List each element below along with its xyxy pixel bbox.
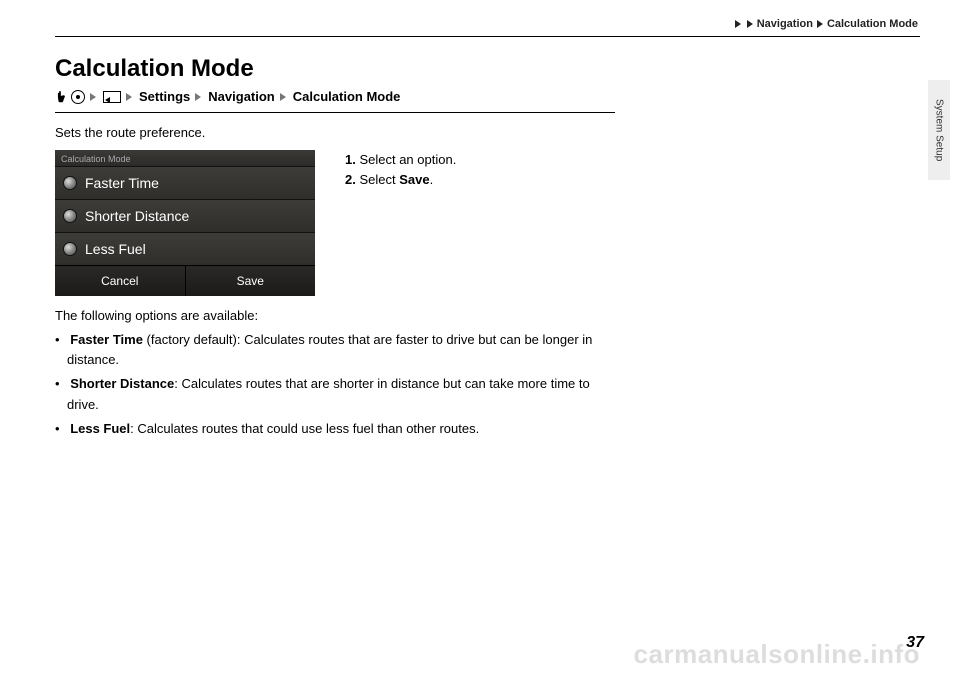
nav-path-item: Navigation <box>208 89 274 104</box>
screenshot-footer: Cancel Save <box>55 265 315 296</box>
arrow-right-icon <box>126 93 132 101</box>
page-title: Calculation Mode <box>55 55 615 83</box>
step-number: 1. <box>345 152 356 167</box>
list-item: Less Fuel: Calculates routes that could … <box>55 419 615 439</box>
options-intro: The following options are available: <box>55 306 615 326</box>
step-item: 2. Select Save. <box>345 170 456 190</box>
step-bold: Save <box>399 172 429 187</box>
steps-list: 1. Select an option. 2. Select Save. <box>345 150 456 296</box>
arrow-right-icon <box>735 20 741 28</box>
option-less-fuel[interactable]: Less Fuel <box>55 232 315 265</box>
option-label: Faster Time <box>85 175 159 191</box>
section-tab-label: System Setup <box>934 99 945 161</box>
radio-icon <box>63 176 77 190</box>
nav-path-item: Calculation Mode <box>293 89 401 104</box>
screenshot-title: Calculation Mode <box>55 150 315 166</box>
hand-icon <box>55 90 69 104</box>
option-name: Less Fuel <box>70 421 130 436</box>
divider <box>55 36 920 37</box>
breadcrumb-item: Calculation Mode <box>827 18 918 30</box>
step-text: . <box>430 172 434 187</box>
options-list: Faster Time (factory default): Calculate… <box>55 330 615 439</box>
option-name: Shorter Distance <box>70 376 174 391</box>
step-number: 2. <box>345 172 356 187</box>
figure-and-steps: Calculation Mode Faster Time Shorter Dis… <box>55 150 615 296</box>
arrow-right-icon <box>747 20 753 28</box>
main-content: Calculation Mode Settings Navigation Cal… <box>55 55 615 439</box>
arrow-right-icon <box>90 93 96 101</box>
option-label: Shorter Distance <box>85 208 189 224</box>
home-button-icon <box>71 90 85 104</box>
save-button[interactable]: Save <box>186 266 316 296</box>
description: Sets the route preference. <box>55 125 615 140</box>
section-tab: System Setup <box>928 80 950 180</box>
option-faster-time[interactable]: Faster Time <box>55 166 315 199</box>
map-icon <box>103 91 121 103</box>
option-name: Faster Time <box>70 332 143 347</box>
list-item: Shorter Distance: Calculates routes that… <box>55 374 615 414</box>
step-text: Select an option. <box>356 152 456 167</box>
step-text: Select <box>356 172 399 187</box>
breadcrumb: Navigation Calculation Mode <box>55 18 920 30</box>
breadcrumb-item: Navigation <box>757 18 813 30</box>
nav-path-item: Settings <box>139 89 190 104</box>
nav-path: Settings Navigation Calculation Mode <box>55 89 615 113</box>
option-desc: : Calculates routes that could use less … <box>130 421 479 436</box>
option-shorter-distance[interactable]: Shorter Distance <box>55 199 315 232</box>
option-label: Less Fuel <box>85 241 146 257</box>
arrow-right-icon <box>280 93 286 101</box>
arrow-right-icon <box>817 20 823 28</box>
watermark: carmanualsonline.info <box>634 639 920 670</box>
step-item: 1. Select an option. <box>345 150 456 170</box>
option-desc: (factory default): Calculates routes tha… <box>67 332 592 367</box>
cancel-button[interactable]: Cancel <box>55 266 186 296</box>
radio-icon <box>63 242 77 256</box>
radio-icon <box>63 209 77 223</box>
list-item: Faster Time (factory default): Calculate… <box>55 330 615 370</box>
embedded-screenshot: Calculation Mode Faster Time Shorter Dis… <box>55 150 315 296</box>
arrow-right-icon <box>195 93 201 101</box>
